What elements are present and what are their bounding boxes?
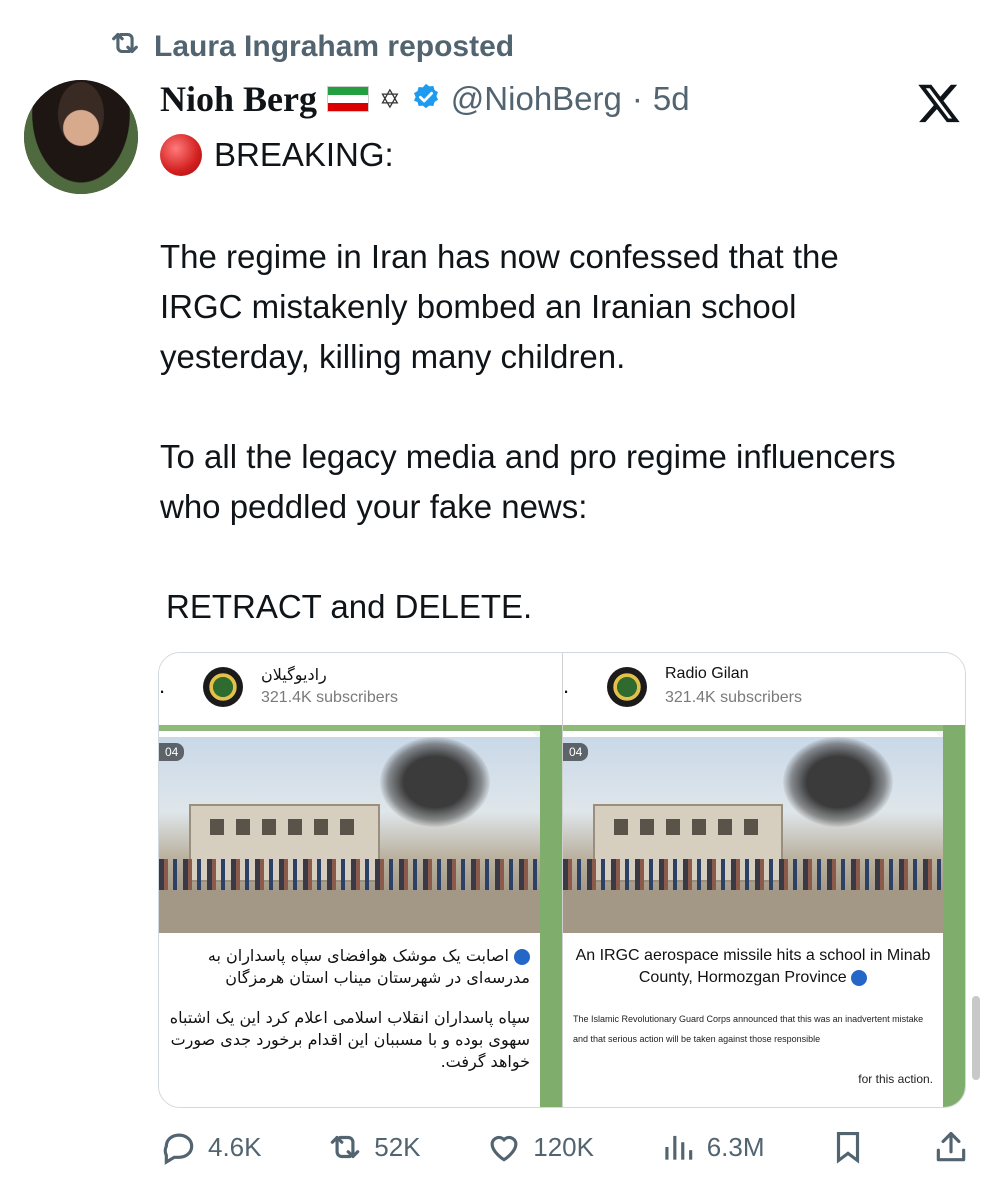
- channel-name: راديوگيلان: [261, 665, 327, 684]
- repost-label: Laura Ingraham reposted: [154, 30, 515, 63]
- breaking-line: BREAKING:: [160, 134, 394, 176]
- repost-icon: [108, 26, 142, 68]
- post-paragraph-2: To all the legacy media and pro regime i…: [160, 438, 896, 525]
- repost-count: 52K: [374, 1131, 421, 1162]
- iran-flag-icon: [327, 86, 369, 112]
- video-timer: 04: [159, 743, 185, 761]
- farsi-caption-1: اصابت یک موشک هوافضای سپاه پاسداران به م…: [207, 946, 530, 987]
- school-fire-photo: 04: [159, 737, 540, 933]
- share-button[interactable]: [932, 1128, 970, 1166]
- scrollbar-thumb[interactable]: [972, 996, 980, 1080]
- telegram-message: 04 اصابت یک موشک هوافضای سپاه پاسداران ب…: [159, 731, 540, 1107]
- school-fire-photo: 04: [563, 737, 943, 933]
- blue-circle-icon: [851, 969, 868, 986]
- verified-icon: [411, 82, 441, 117]
- avatar[interactable]: [24, 80, 138, 194]
- repost-button[interactable]: 52K: [326, 1128, 421, 1166]
- breaking-label: BREAKING:: [214, 136, 394, 173]
- blue-circle-icon: [514, 948, 530, 965]
- views-icon: [665, 1135, 692, 1160]
- post-age[interactable]: 5d: [653, 80, 690, 118]
- user-handle[interactable]: @NiohBerg: [451, 80, 622, 118]
- views-count: 6.3M: [706, 1131, 765, 1162]
- repost-icon: [330, 1135, 360, 1159]
- english-caption-2: The Islamic Revolutionary Guard Corps an…: [573, 1014, 924, 1044]
- reply-button[interactable]: 4.6K: [160, 1128, 262, 1166]
- star-of-david-icon: ✡: [379, 83, 401, 114]
- action-bar: 4.6K 52K 120K 6.3M: [160, 1128, 970, 1166]
- telegram-message: 04 An IRGC aerospace missile hits a scho…: [563, 731, 943, 1107]
- reply-count: 4.6K: [208, 1131, 262, 1162]
- video-timer: 04: [563, 743, 589, 761]
- like-icon: [490, 1135, 518, 1162]
- post-header: Nioh Berg ✡ @NiohBerg · 5d: [160, 78, 868, 120]
- media-attachment[interactable]: . راديوگيلان 321.4K subscribers 04 اصابت…: [158, 652, 966, 1108]
- channel-name: Radio Gilan: [665, 665, 749, 682]
- red-circle-icon: [160, 134, 202, 176]
- caption-box: اصابت یک موشک هوافضای سپاه پاسداران به م…: [159, 937, 540, 1107]
- channel-header: . راديوگيلان 321.4K subscribers: [159, 653, 562, 725]
- channel-logo-icon: [203, 667, 243, 707]
- english-caption-3: for this action.: [858, 1072, 933, 1086]
- caption-box: An IRGC aerospace missile hits a school …: [563, 937, 943, 1107]
- english-caption-1: An IRGC aerospace missile hits a school …: [575, 947, 931, 986]
- reply-icon: [163, 1133, 194, 1165]
- bookmark-button[interactable]: [829, 1128, 867, 1166]
- channel-logo-icon: [607, 667, 647, 707]
- channel-subscribers: 321.4K subscribers: [261, 689, 398, 706]
- repost-indicator[interactable]: Laura Ingraham reposted: [108, 26, 514, 68]
- media-panel-english: . Radio Gilan 321.4K subscribers 04 An I…: [562, 653, 965, 1107]
- post-paragraph-1: The regime in Iran has now confessed tha…: [160, 238, 839, 375]
- channel-subscribers: 321.4K subscribers: [665, 689, 802, 706]
- views-button[interactable]: 6.3M: [659, 1128, 765, 1166]
- bookmark-icon: [837, 1131, 860, 1164]
- channel-header: . Radio Gilan 321.4K subscribers: [563, 653, 965, 725]
- post-paragraph-3: RETRACT and DELETE.: [166, 588, 533, 625]
- share-icon: [936, 1131, 966, 1162]
- farsi-caption-2: سپاه پاسداران انقلاب اسلامی اعلام کرد ای…: [169, 1008, 530, 1071]
- separator-dot: ·: [631, 80, 643, 117]
- display-name[interactable]: Nioh Berg: [160, 78, 317, 120]
- like-count: 120K: [533, 1131, 594, 1162]
- like-button[interactable]: 120K: [485, 1128, 594, 1166]
- media-panel-farsi: . راديوگيلان 321.4K subscribers 04 اصابت…: [159, 653, 562, 1107]
- x-logo-icon: [916, 80, 962, 126]
